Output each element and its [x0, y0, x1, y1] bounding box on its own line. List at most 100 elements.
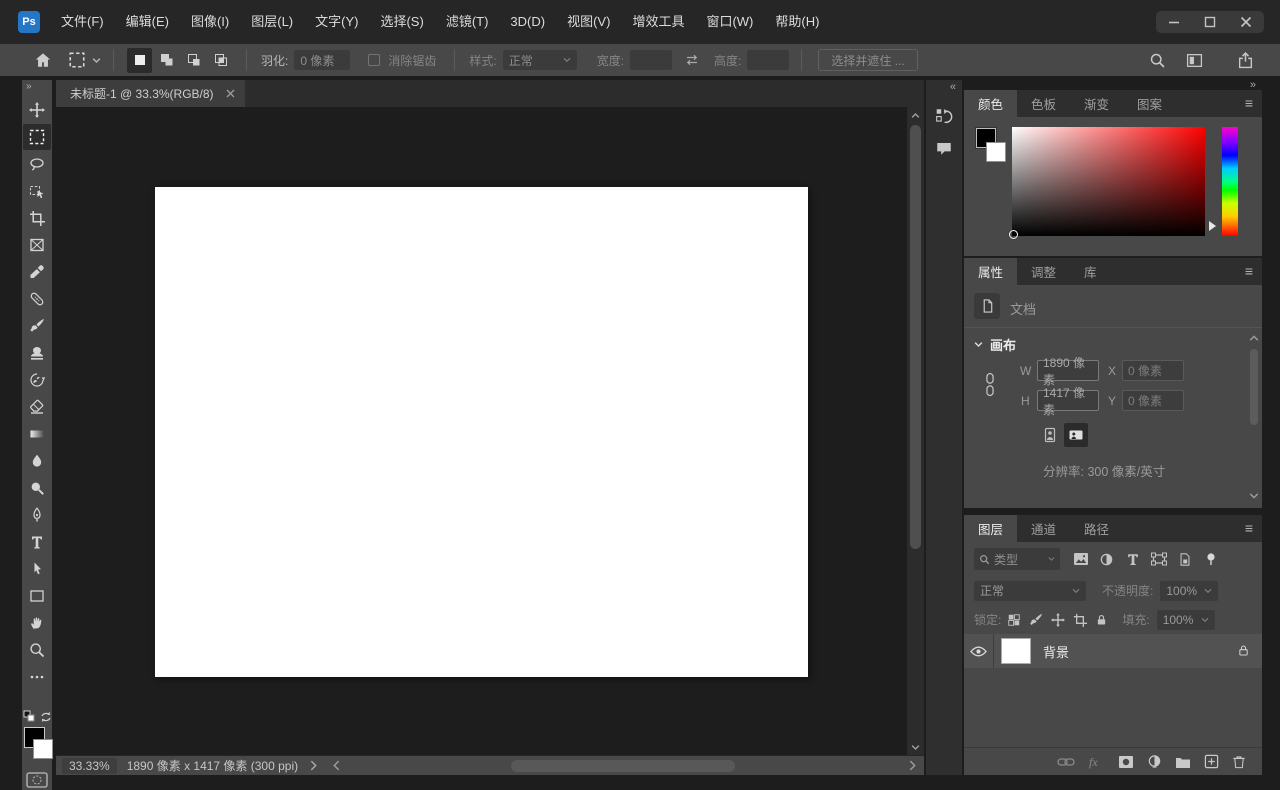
swap-colors-icon[interactable] [40, 711, 52, 723]
tool-spot-healing-brush[interactable] [23, 286, 51, 312]
hscroll-left-icon[interactable] [333, 760, 340, 771]
menu-file[interactable]: 文件(F) [50, 0, 115, 44]
search-button[interactable] [1149, 52, 1166, 69]
status-chevron-icon[interactable] [310, 760, 317, 771]
tool-type[interactable] [23, 529, 51, 555]
new-layer-icon[interactable] [1204, 754, 1219, 769]
maximize-button[interactable] [1192, 11, 1228, 33]
color-selector-ring[interactable] [1009, 230, 1018, 239]
filter-toggle-button[interactable] [1202, 551, 1219, 568]
tool-object-selection[interactable] [23, 178, 51, 204]
lock-pixels-icon[interactable] [1029, 613, 1043, 627]
hue-slider[interactable] [1222, 127, 1238, 236]
menu-filter[interactable]: 滤镜(T) [435, 0, 500, 44]
saturation-brightness-field[interactable] [1009, 127, 1205, 239]
tool-rectangular-marquee[interactable] [23, 123, 51, 150]
tool-lasso[interactable] [23, 151, 51, 177]
layer-styles-icon[interactable]: fx [1088, 755, 1105, 769]
tab-gradients[interactable]: 渐变 [1070, 90, 1123, 117]
opacity-dropdown[interactable]: 100% [1160, 580, 1219, 601]
properties-scroll-thumb[interactable] [1250, 349, 1258, 425]
portrait-orientation-button[interactable] [1038, 423, 1062, 447]
filter-smart-objects-button[interactable] [1176, 551, 1193, 568]
menu-edit[interactable]: 编辑(E) [115, 0, 180, 44]
tab-color[interactable]: 颜色 [964, 90, 1018, 117]
menu-select[interactable]: 选择(S) [369, 0, 434, 44]
menu-help[interactable]: 帮助(H) [764, 0, 830, 44]
canvas[interactable] [155, 187, 808, 677]
feather-input[interactable]: 0 像素 [294, 50, 351, 70]
collapse-dock-chevron[interactable]: « [944, 80, 962, 96]
link-layers-icon[interactable] [1057, 756, 1075, 768]
scroll-up-icon[interactable] [911, 112, 920, 119]
layer-row-background[interactable]: 背景 [964, 634, 1262, 668]
tool-blur[interactable] [23, 448, 51, 474]
share-button[interactable] [1237, 51, 1254, 69]
tab-channels[interactable]: 通道 [1017, 515, 1070, 542]
workspace-button[interactable] [1186, 52, 1203, 69]
scroll-up-icon[interactable] [1249, 333, 1259, 343]
home-button[interactable] [34, 51, 52, 69]
filter-shape-layers-button[interactable] [1150, 551, 1167, 568]
delete-layer-icon[interactable] [1232, 754, 1246, 769]
menu-type[interactable]: 文字(Y) [304, 0, 369, 44]
new-group-icon[interactable] [1175, 755, 1191, 769]
tool-eraser[interactable] [23, 394, 51, 420]
intersect-selection-button[interactable] [208, 48, 233, 73]
tool-frame[interactable] [23, 232, 51, 258]
tool-dodge[interactable] [23, 475, 51, 501]
canvas-height-input[interactable]: 1417 像素 [1037, 386, 1099, 417]
menu-window[interactable]: 窗口(W) [695, 0, 764, 44]
tool-history-brush[interactable] [23, 367, 51, 393]
tab-close-icon[interactable] [226, 89, 235, 98]
background-color-swatch[interactable] [33, 739, 53, 759]
document-tab[interactable]: 未标题-1 @ 33.3%(RGB/8) [56, 80, 245, 107]
quick-mask-button[interactable] [26, 772, 48, 788]
tool-rectangle[interactable] [23, 583, 51, 609]
layer-thumbnail[interactable] [1001, 638, 1031, 664]
swap-dimensions-button[interactable] [684, 53, 700, 67]
lock-transparency-icon[interactable] [1007, 613, 1021, 627]
tab-patterns[interactable]: 图案 [1123, 90, 1176, 117]
tool-hand[interactable] [23, 610, 51, 636]
properties-scrollbar[interactable] [1248, 333, 1260, 501]
tool-gradient[interactable] [23, 421, 51, 447]
lock-artboard-icon[interactable] [1073, 613, 1088, 627]
select-and-mask-button[interactable]: 选择并遮住 ... [818, 49, 918, 71]
canvas-width-input[interactable]: 1890 像素 [1037, 356, 1099, 387]
vertical-scroll-thumb[interactable] [910, 125, 921, 549]
blend-mode-dropdown[interactable]: 正常 [974, 580, 1086, 601]
tab-libraries[interactable]: 库 [1070, 258, 1111, 285]
panel-menu-icon[interactable]: ≡ [1245, 95, 1253, 111]
new-selection-button[interactable] [127, 47, 152, 73]
anti-alias-checkbox[interactable] [368, 54, 381, 66]
canvas-x-input[interactable]: 0 像素 [1122, 360, 1184, 381]
menu-image[interactable]: 图像(I) [180, 0, 240, 44]
tab-paths[interactable]: 路径 [1070, 515, 1123, 542]
toolbar-flyout-chevron[interactable]: » [22, 80, 52, 96]
subtract-from-selection-button[interactable] [181, 48, 206, 73]
layers-empty-area[interactable] [964, 668, 1262, 747]
tab-swatches[interactable]: 色板 [1017, 90, 1070, 117]
height-input[interactable] [747, 50, 790, 70]
panel-menu-icon[interactable]: ≡ [1245, 520, 1253, 536]
layer-filter-select[interactable]: 类型 [974, 548, 1060, 570]
menu-3d[interactable]: 3D(D) [499, 0, 556, 44]
menu-plugins[interactable]: 增效工具 [621, 0, 695, 44]
canvas-section-header[interactable]: 画布 [974, 335, 1016, 354]
filter-type-layers-button[interactable] [1124, 551, 1141, 568]
scroll-down-icon[interactable] [1249, 491, 1259, 501]
add-to-selection-button[interactable] [154, 48, 179, 73]
fill-dropdown[interactable]: 100% [1156, 609, 1215, 630]
landscape-orientation-button[interactable] [1064, 423, 1088, 447]
tool-preset-button[interactable] [68, 51, 101, 69]
zoom-level-field[interactable]: 33.33% [62, 757, 117, 774]
add-adjustment-icon[interactable] [1147, 754, 1162, 769]
lock-all-icon[interactable] [1095, 613, 1108, 627]
style-dropdown[interactable]: 正常 [502, 50, 577, 70]
tool-brush[interactable] [23, 313, 51, 339]
menu-layer[interactable]: 图层(L) [240, 0, 304, 44]
layer-lock-icon[interactable] [1237, 643, 1250, 658]
lock-position-icon[interactable] [1051, 612, 1066, 627]
vertical-scrollbar[interactable] [907, 107, 924, 755]
